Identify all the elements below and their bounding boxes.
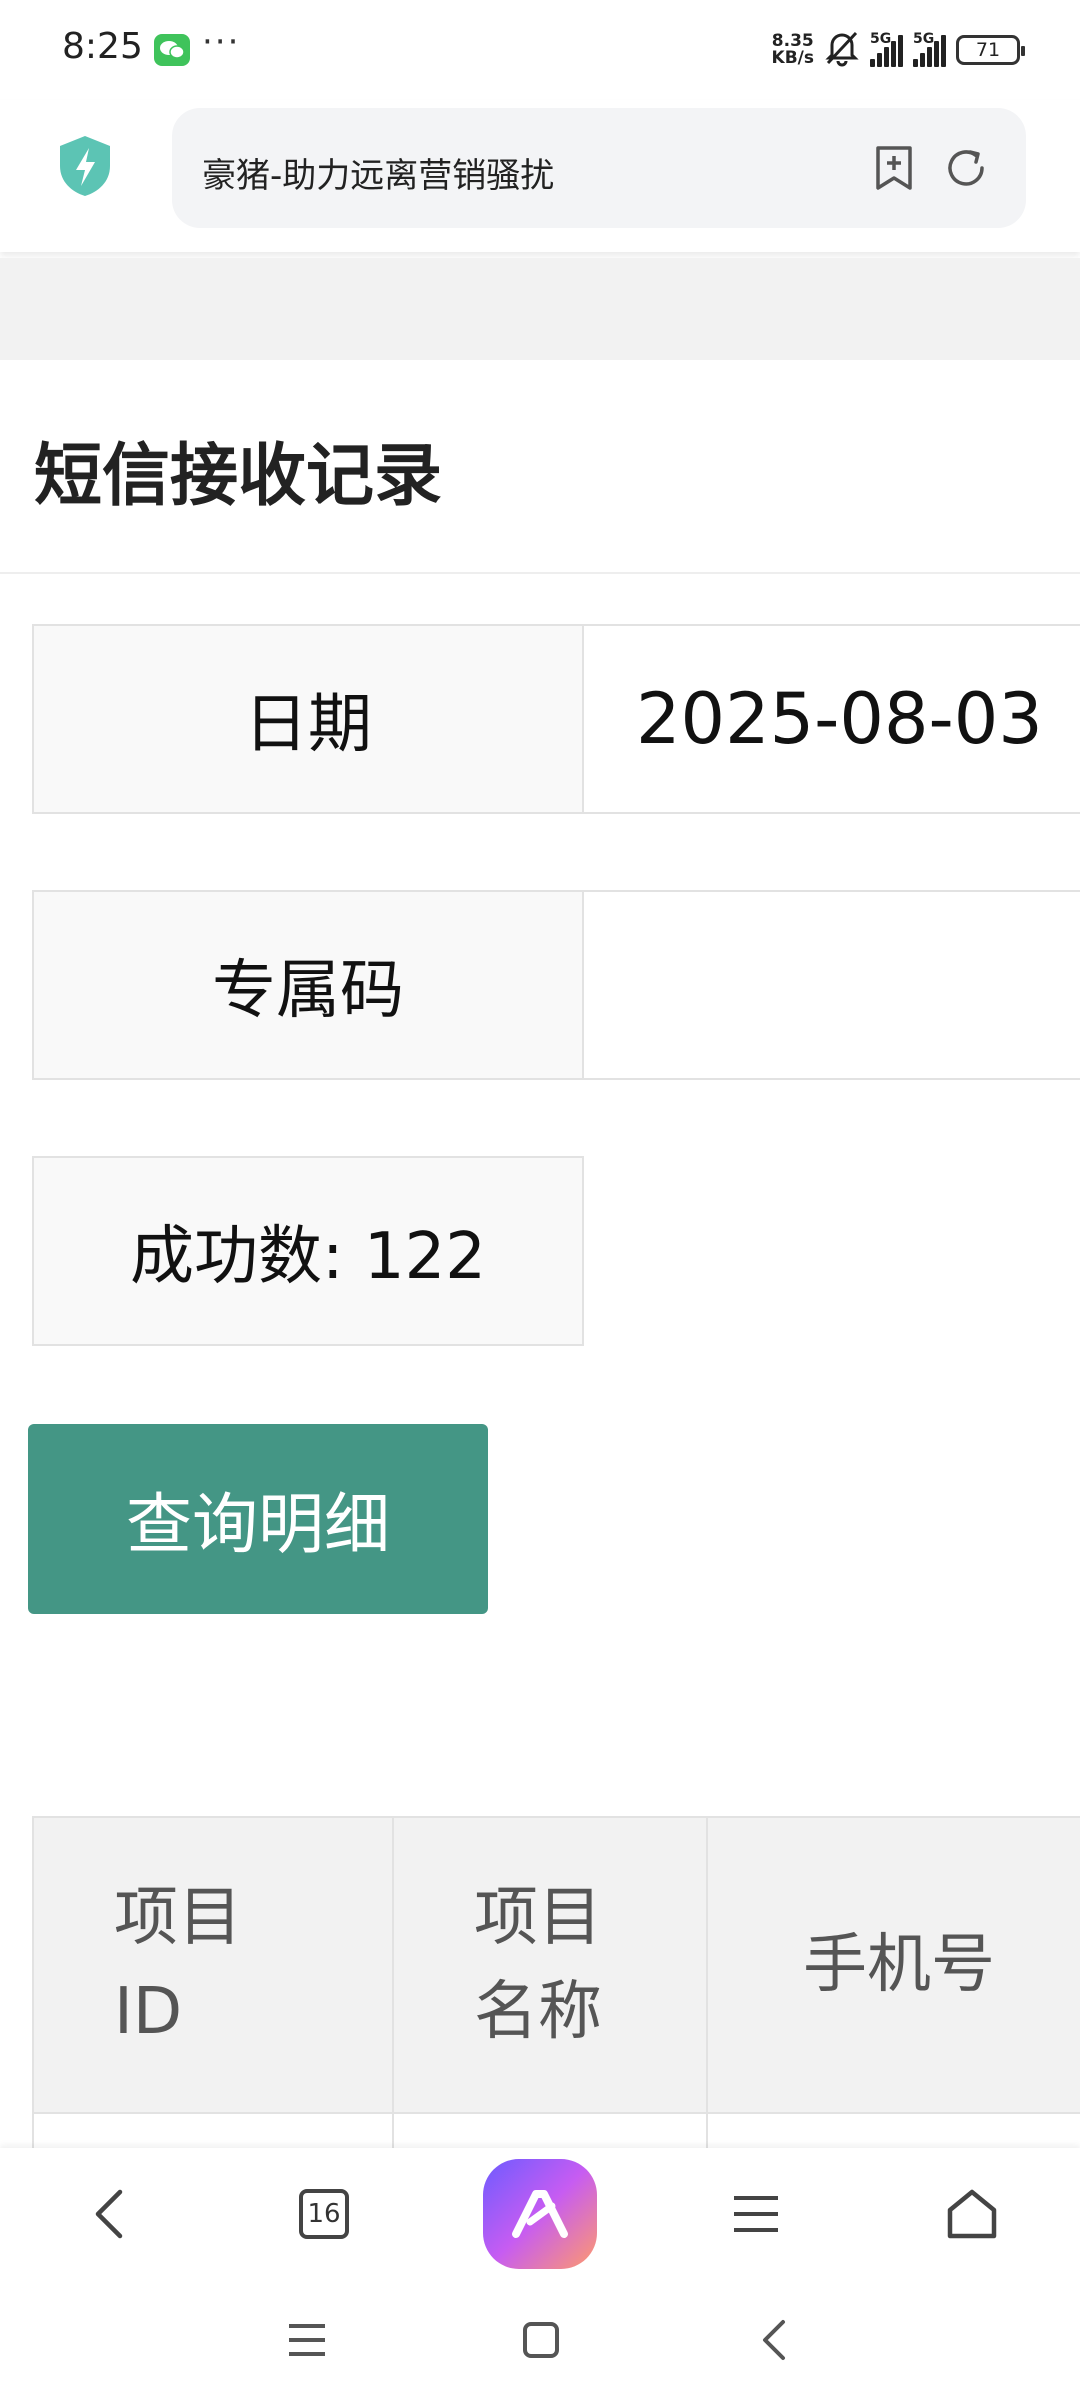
browser-bottom-nav: 16	[0, 2148, 1080, 2280]
header-project-id: 项目 ID	[32, 1816, 394, 2114]
browser-toolbar: 豪猪-助力远离营销骚扰	[0, 100, 1080, 252]
query-details-button[interactable]: 查询明细	[28, 1424, 488, 1614]
menu-button[interactable]	[716, 2148, 796, 2280]
header-phone-number: 手机号	[706, 1816, 1080, 2114]
signal-2-icon: 5G	[913, 31, 946, 67]
battery-indicator: 71	[956, 35, 1025, 65]
reload-icon[interactable]	[942, 144, 990, 192]
table-header-row: 项目 ID 项目 名称 手机号	[32, 1816, 1080, 2114]
security-shield-icon[interactable]	[56, 134, 114, 198]
system-nav-bar	[0, 2280, 1080, 2400]
status-time: 8:25	[62, 26, 143, 67]
ai-logo-icon[interactable]	[483, 2159, 597, 2269]
back-arrow-icon	[95, 2189, 123, 2239]
home-icon	[947, 2189, 997, 2239]
back-button[interactable]	[70, 2148, 150, 2280]
exclusive-code-row: 专属码	[32, 890, 1080, 1080]
home-button[interactable]	[932, 2148, 1012, 2280]
success-count: 成功数: 122	[34, 1158, 582, 1344]
success-count-row: 成功数: 122	[32, 1156, 584, 1346]
square-home-icon	[523, 2322, 559, 2358]
date-row: 日期 2025-08-03	[32, 624, 1080, 814]
network-speed: 8.35 KB/s	[771, 31, 814, 68]
tab-count[interactable]: 16	[299, 2189, 349, 2239]
screen: 8:25 ··· 8.35 KB/s 5G 5G 71 豪猪-助力远离营销骚扰 …	[0, 0, 1080, 2400]
status-icons: 8.35 KB/s 5G 5G 71	[771, 29, 1025, 71]
status-bar: 8:25 ··· 8.35 KB/s 5G 5G 71	[0, 0, 1080, 100]
system-back-button[interactable]	[754, 2308, 794, 2372]
date-label: 日期	[34, 626, 584, 812]
title-divider	[0, 572, 1080, 574]
signal-1-icon: 5G	[870, 31, 903, 67]
address-bar[interactable]: 豪猪-助力远离营销骚扰	[172, 108, 1026, 228]
wechat-notification-icon	[154, 34, 190, 66]
header-project-name: 项目 名称	[392, 1816, 708, 2114]
tabs-button[interactable]: 16	[284, 2148, 364, 2280]
recent-apps-icon	[289, 2324, 325, 2356]
page-url-title[interactable]: 豪猪-助力远离营销骚扰	[202, 148, 554, 197]
page-header-strip	[0, 258, 1080, 360]
ai-assistant-button[interactable]	[480, 2148, 600, 2280]
exclusive-code-label: 专属码	[34, 892, 584, 1078]
more-notifications-icon: ···	[202, 22, 241, 62]
date-input[interactable]: 2025-08-03	[584, 626, 1080, 812]
hamburger-menu-icon	[734, 2196, 778, 2232]
recent-apps-button[interactable]	[282, 2308, 332, 2372]
system-home-button[interactable]	[516, 2308, 566, 2372]
exclusive-code-input[interactable]	[584, 892, 1080, 1078]
system-back-icon	[763, 2320, 785, 2360]
add-bookmark-icon[interactable]	[872, 144, 916, 192]
page-title: 短信接收记录	[34, 437, 443, 516]
mute-bell-icon	[824, 29, 860, 71]
